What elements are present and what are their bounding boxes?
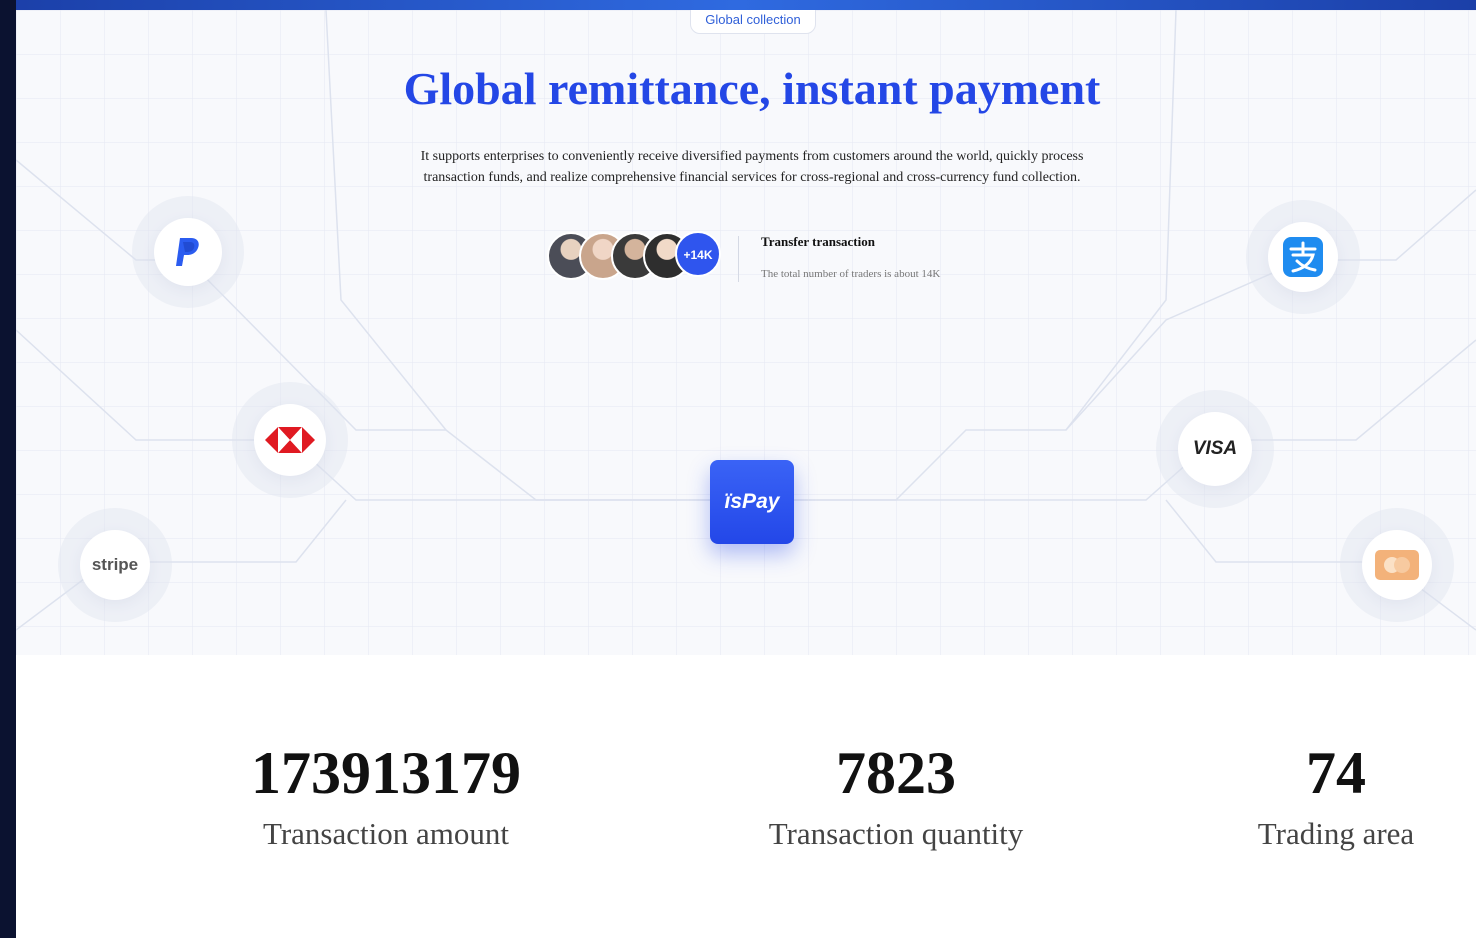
hero-description: It supports enterprises to conveniently … bbox=[356, 146, 1148, 188]
paypal-icon bbox=[176, 238, 199, 266]
visa-badge[interactable]: VISA bbox=[1178, 412, 1252, 486]
stat-label: Transaction quantity bbox=[768, 816, 1024, 851]
divider bbox=[738, 236, 739, 282]
left-frame bbox=[0, 0, 16, 938]
stripe-logo: stripe bbox=[91, 555, 139, 574]
visa-logo: VISA bbox=[1192, 438, 1238, 459]
mastercard-badge[interactable] bbox=[1362, 530, 1432, 600]
hsbc-badge[interactable] bbox=[254, 404, 326, 476]
alipay-badge[interactable] bbox=[1268, 222, 1338, 292]
traders-count-text: The total number of traders is about 14K bbox=[761, 268, 941, 280]
paypal-badge[interactable] bbox=[154, 218, 222, 286]
stat-value: 173913179 bbox=[251, 740, 521, 806]
stripe-badge[interactable]: stripe bbox=[80, 530, 150, 600]
more-traders-badge: +14K bbox=[675, 231, 721, 277]
description-line-1: It supports enterprises to conveniently … bbox=[420, 149, 1084, 164]
hero-section: Global collection Global remittance, ins… bbox=[16, 10, 1476, 655]
ispay-logo[interactable]: ïsPay bbox=[710, 460, 794, 544]
stat-label: Trading area bbox=[1257, 816, 1415, 851]
hsbc-icon bbox=[265, 427, 315, 453]
mastercard-icon bbox=[1375, 550, 1419, 580]
stat-label: Transaction amount bbox=[263, 816, 509, 851]
stat-trading-area: 74 Trading area bbox=[1236, 743, 1436, 851]
stat-transaction-quantity: 7823 Transaction quantity bbox=[736, 743, 1056, 851]
alipay-icon bbox=[1283, 237, 1323, 277]
stat-value: 74 bbox=[1306, 740, 1366, 806]
stat-value: 7823 bbox=[836, 740, 956, 806]
transfer-transaction-title: Transfer transaction bbox=[761, 234, 875, 249]
global-collection-tag[interactable]: Global collection bbox=[690, 10, 816, 34]
stat-transaction-amount: 173913179 Transaction amount bbox=[216, 743, 556, 851]
page: Global collection Global remittance, ins… bbox=[16, 10, 1476, 938]
page-title: Global remittance, instant payment bbox=[403, 63, 1101, 114]
description-line-2: transaction funds, and realize comprehen… bbox=[423, 170, 1081, 185]
top-frame bbox=[0, 0, 1476, 10]
